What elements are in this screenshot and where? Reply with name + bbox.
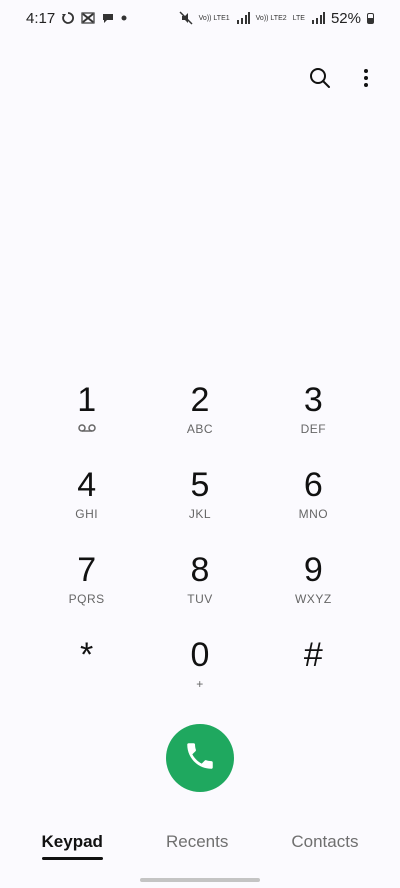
key-digit: # [303, 636, 323, 674]
search-icon[interactable] [306, 64, 334, 92]
keypad: 1 2 ABC 3 DEF 4 GHI 5 JKL 6 MNO 7 PQRS 8… [30, 380, 370, 708]
battery-text: 52% [330, 9, 361, 27]
key-letters: + [196, 677, 204, 691]
key-letters: WXYZ [294, 592, 332, 606]
key-1[interactable]: 1 [30, 380, 143, 453]
key-letters: ABC [186, 422, 214, 436]
key-digit: 4 [77, 466, 97, 504]
top-actions [306, 64, 380, 92]
tab-underline [41, 857, 103, 860]
key-letters: JKL [188, 507, 212, 521]
key-letters: DEF [300, 422, 327, 436]
call-button[interactable] [166, 724, 234, 792]
key-star[interactable]: * [30, 635, 143, 708]
status-bar: 4:17 Vo)) LTE1 Vo)) LTE2 LTE 52% [0, 0, 400, 36]
key-3[interactable]: 3 DEF [257, 380, 370, 453]
key-digit: 5 [190, 466, 210, 504]
tab-label: Contacts [291, 832, 359, 851]
key-0[interactable]: 0 + [143, 635, 256, 708]
sim2-label: Vo)) LTE2 [255, 14, 287, 22]
key-digit: 2 [190, 381, 210, 419]
tab-contacts[interactable]: Contacts [291, 826, 358, 858]
capcut-icon [81, 11, 95, 25]
tab-keypad[interactable]: Keypad [41, 826, 103, 860]
key-8[interactable]: 8 TUV [143, 550, 256, 623]
voicemail-icon [77, 422, 97, 436]
key-digit: 7 [77, 551, 97, 589]
bottom-tabs: Keypad Recents Contacts [0, 826, 400, 862]
status-time: 4:17 [26, 9, 56, 27]
more-vertical-icon[interactable] [352, 64, 380, 92]
key-4[interactable]: 4 GHI [30, 465, 143, 538]
battery-icon [367, 12, 374, 24]
key-6[interactable]: 6 MNO [257, 465, 370, 538]
signal-icon-1 [236, 12, 250, 24]
key-digit: 6 [303, 466, 323, 504]
mute-icon [179, 11, 193, 25]
tab-label: Keypad [41, 832, 103, 851]
key-digit: * [80, 636, 94, 674]
home-indicator[interactable] [140, 878, 260, 882]
key-7[interactable]: 7 PQRS [30, 550, 143, 623]
tab-recents[interactable]: Recents [166, 826, 228, 858]
phone-icon [183, 739, 217, 778]
key-5[interactable]: 5 JKL [143, 465, 256, 538]
key-digit: 1 [77, 381, 97, 419]
key-digit: 8 [190, 551, 210, 589]
key-letters: TUV [187, 592, 213, 606]
status-right: Vo)) LTE1 Vo)) LTE2 LTE 52% [179, 10, 374, 27]
key-letters: MNO [298, 507, 329, 521]
signal-icon-2 [311, 12, 325, 24]
key-hash[interactable]: # [257, 635, 370, 708]
lte-label: LTE [292, 14, 305, 22]
key-letters: PQRS [68, 592, 105, 606]
key-digit: 0 [190, 636, 210, 674]
dot-icon [121, 15, 127, 21]
key-9[interactable]: 9 WXYZ [257, 550, 370, 623]
key-letters: GHI [75, 507, 99, 521]
status-left: 4:17 [26, 10, 127, 27]
sync-icon [61, 11, 75, 25]
key-digit: 3 [303, 381, 323, 419]
chat-icon [101, 11, 115, 25]
tab-label: Recents [165, 832, 229, 851]
key-digit: 9 [303, 551, 323, 589]
key-2[interactable]: 2 ABC [143, 380, 256, 453]
sim1-label: Vo)) LTE1 [198, 14, 230, 22]
